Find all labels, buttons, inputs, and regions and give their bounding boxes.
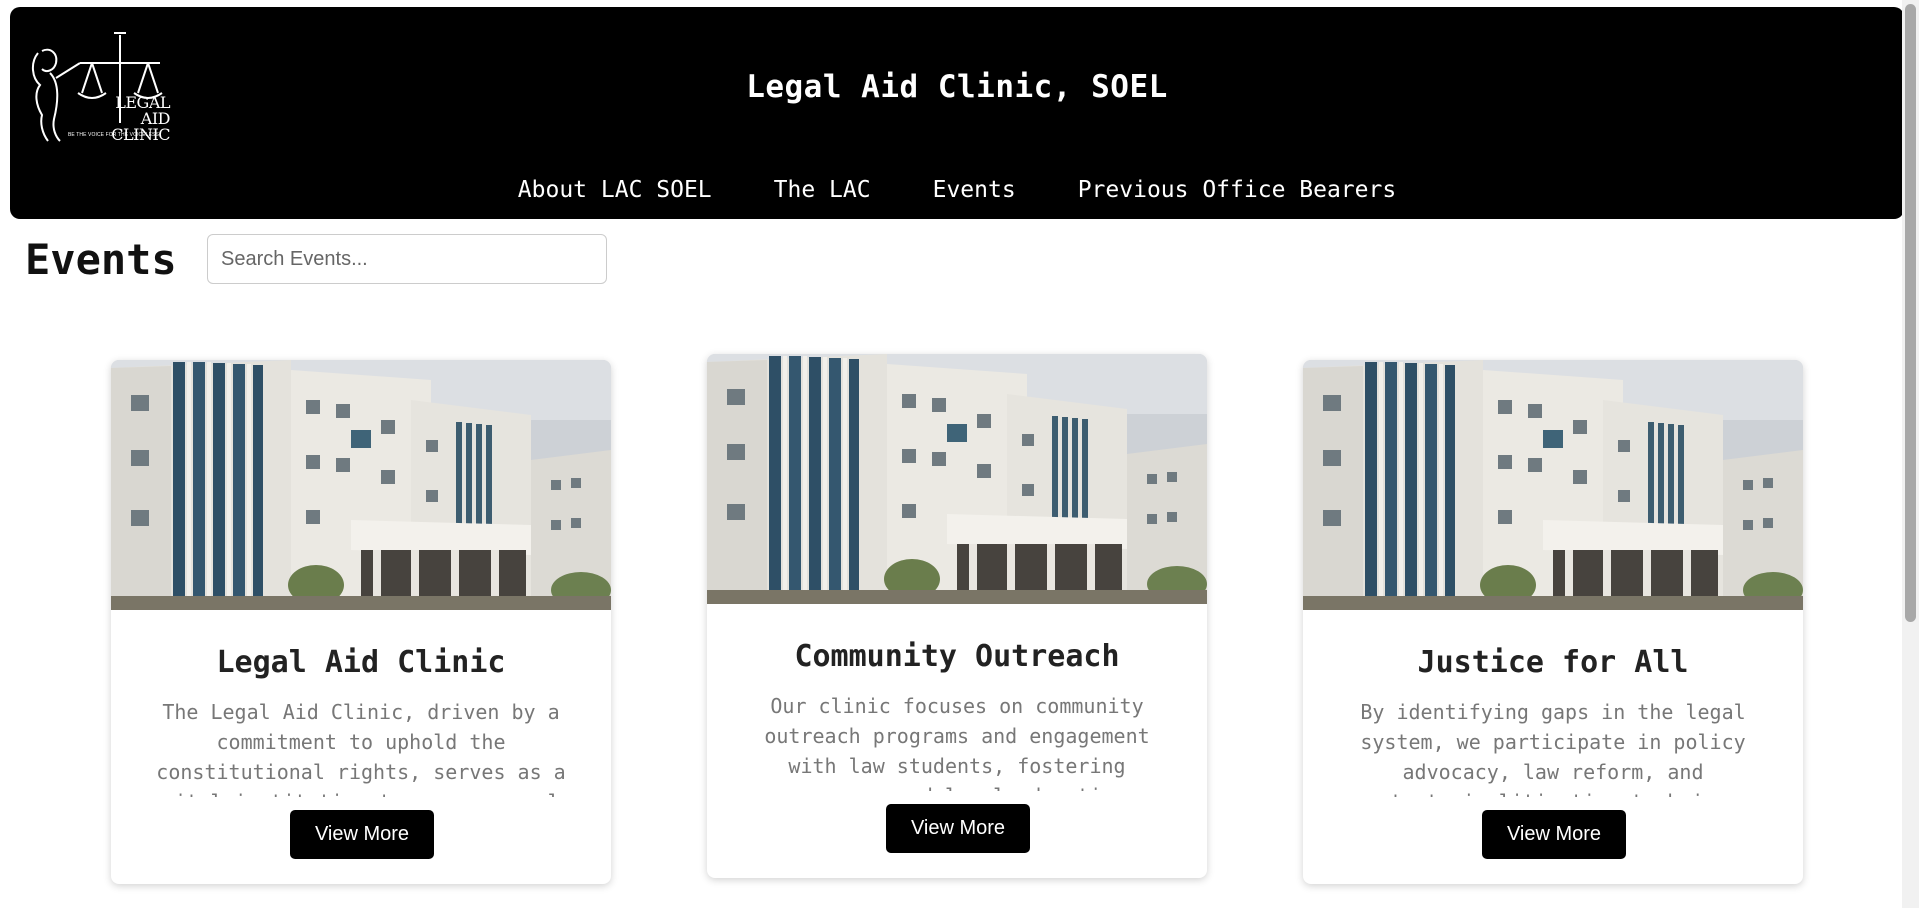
card-title: Legal Aid Clinic	[216, 645, 506, 680]
nav-item-previous-office-bearers[interactable]: Previous Office Bearers	[1078, 177, 1397, 203]
building-photo	[111, 360, 611, 610]
event-card: Community Outreach Our clinic focuses on…	[707, 354, 1207, 878]
building-photo	[707, 354, 1207, 604]
card-title: Community Outreach	[794, 639, 1120, 674]
site-header: LEGAL AID CLINIC BE THE VOICE FOR THE VO…	[10, 7, 1904, 219]
card-title: Justice for All	[1417, 645, 1689, 680]
building-photo	[1303, 360, 1803, 610]
site-title: Legal Aid Clinic, SOEL	[746, 69, 1168, 105]
nav-item-about[interactable]: About LAC SOEL	[518, 177, 712, 203]
event-card: Legal Aid Clinic The Legal Aid Clinic, d…	[111, 360, 611, 884]
view-more-button[interactable]: View More	[886, 804, 1030, 853]
nav-item-events[interactable]: Events	[933, 177, 1016, 203]
view-more-button[interactable]: View More	[1482, 810, 1626, 859]
main-nav: About LAC SOEL The LAC Events Previous O…	[10, 177, 1904, 203]
page-title: Events	[25, 235, 177, 284]
card-description: By identifying gaps in the legal system,…	[1360, 700, 1746, 797]
card-description: Our clinic focuses on community outreach…	[764, 694, 1150, 791]
event-card: Justice for All By identifying gaps in t…	[1303, 360, 1803, 884]
scrollbar-thumb[interactable]	[1905, 4, 1916, 622]
nav-item-the-lac[interactable]: The LAC	[774, 177, 871, 203]
logo-tagline: BE THE VOICE FOR THE VOICELESS	[68, 132, 159, 138]
search-input[interactable]	[207, 234, 607, 284]
vertical-scrollbar[interactable]	[1902, 0, 1919, 908]
view-more-button[interactable]: View More	[290, 810, 434, 859]
card-description: The Legal Aid Clinic, driven by a commit…	[156, 700, 566, 797]
